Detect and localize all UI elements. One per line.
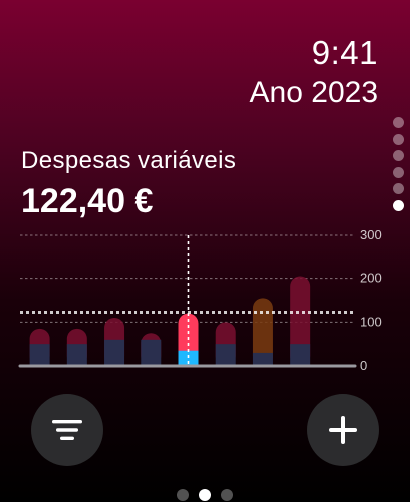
expenses-chart[interactable]: 0 100 200 300 <box>0 225 410 375</box>
page-dot-active <box>199 489 211 501</box>
filter-button[interactable] <box>31 394 103 466</box>
page-dot <box>393 133 404 145</box>
y-tick-label: 200 <box>360 271 382 286</box>
expenses-title: Despesas variáveis <box>21 147 237 174</box>
bar-base <box>66 344 87 366</box>
y-tick-label: 100 <box>360 314 382 329</box>
bar-base <box>29 344 50 366</box>
page-dot <box>393 117 404 128</box>
filter-lines-icon <box>52 420 82 440</box>
page-dot <box>393 183 404 194</box>
horizontal-page-indicator <box>0 489 410 501</box>
bar-base <box>104 339 125 366</box>
page-dot <box>393 150 404 161</box>
y-tick-label: 0 <box>360 358 367 373</box>
period-label: Ano 2023 <box>249 76 378 109</box>
bar-base <box>290 344 311 366</box>
expenses-value: 122,40 € <box>21 182 154 220</box>
bar-base <box>215 344 236 366</box>
page-dot <box>393 166 404 178</box>
bar-base <box>141 339 162 366</box>
y-tick-label: 300 <box>360 227 382 242</box>
add-expense-button[interactable] <box>307 394 379 466</box>
vertical-page-indicator <box>393 117 405 216</box>
page-dot <box>177 489 189 501</box>
status-time: 9:41 <box>311 34 378 71</box>
plus-icon <box>329 416 357 444</box>
page-dot-active <box>393 199 404 211</box>
bar-base <box>252 352 273 366</box>
page-dot <box>221 489 233 501</box>
